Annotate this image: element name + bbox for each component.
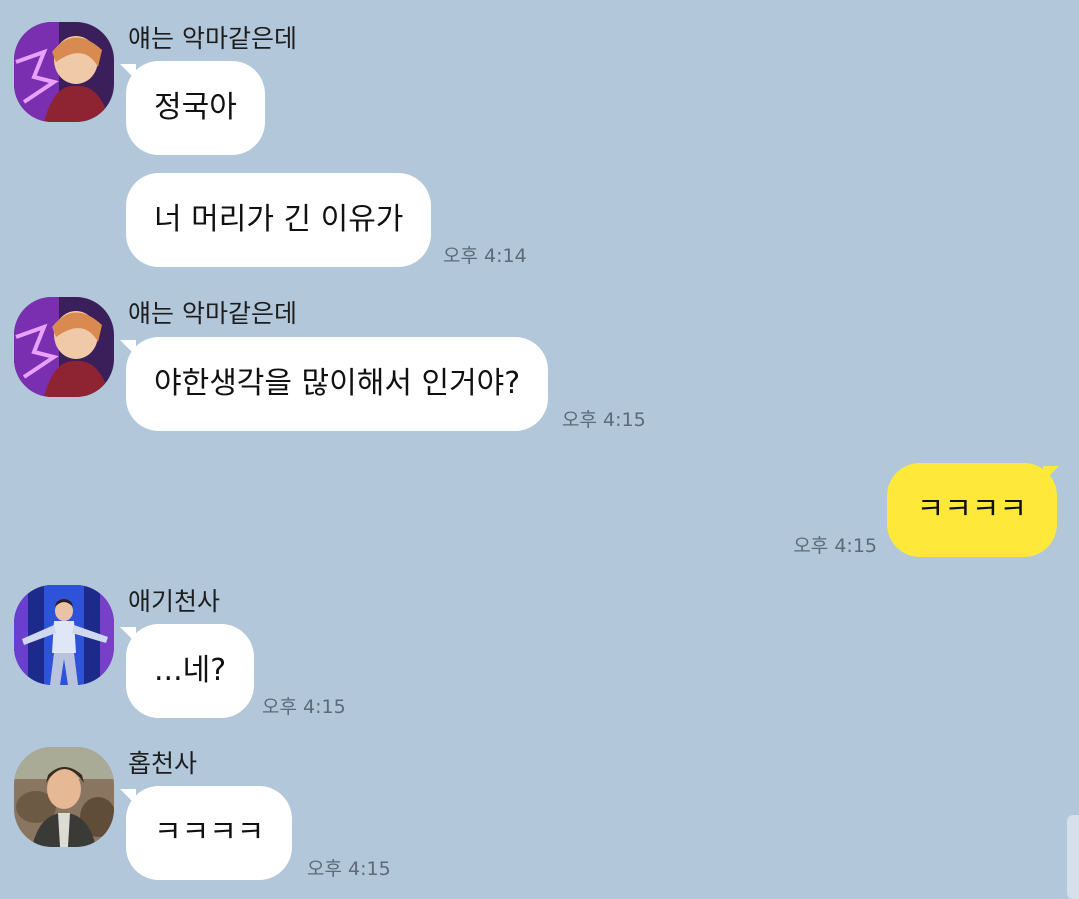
avatar-photo-icon: [14, 585, 114, 685]
sender-name: 홉천사: [128, 749, 198, 778]
message-bubble[interactable]: 야한생각을 많이해서 인거야?: [126, 337, 549, 431]
avatar-photo-icon: [14, 747, 114, 847]
sender-name: 애기천사: [128, 587, 221, 616]
message-bubble[interactable]: 너 머리가 긴 이유가: [126, 173, 432, 267]
sender-avatar[interactable]: [14, 297, 114, 397]
sender-avatar[interactable]: [14, 585, 114, 685]
message-time: 오후 4:14: [443, 245, 527, 267]
message-bubble[interactable]: ...네?: [126, 624, 255, 718]
avatar-photo-icon: [14, 22, 114, 122]
message-time: 오후 4:15: [562, 409, 646, 431]
scrollbar[interactable]: [1067, 815, 1079, 899]
sender-avatar[interactable]: [14, 22, 114, 122]
message-bubble[interactable]: 정국아: [126, 61, 265, 155]
message-time: 오후 4:15: [793, 535, 877, 557]
sender-name: 얘는 악마같은데: [128, 299, 297, 328]
sender-name: 얘는 악마같은데: [128, 24, 297, 53]
message-bubble[interactable]: ㅋㅋㅋㅋ: [126, 786, 293, 880]
message-time: 오후 4:15: [307, 858, 391, 880]
avatar-photo-icon: [14, 297, 114, 397]
sender-avatar[interactable]: [14, 747, 114, 847]
message-bubble-outgoing[interactable]: ㅋㅋㅋㅋ: [886, 463, 1057, 557]
message-time: 오후 4:15: [262, 696, 346, 718]
